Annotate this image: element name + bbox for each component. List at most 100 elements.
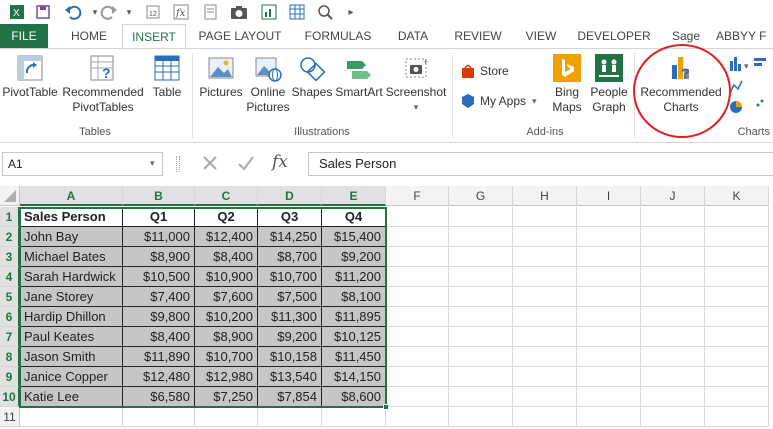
empty-cell[interactable]	[386, 307, 449, 327]
table-header-cell[interactable]: Q4	[322, 207, 386, 227]
quarter-value-cell[interactable]: $8,100	[322, 287, 386, 307]
quarter-value-cell[interactable]: $10,700	[258, 267, 322, 287]
excel-logo-icon[interactable]: X	[6, 2, 28, 22]
column-header-g[interactable]: G	[449, 186, 513, 206]
column-header-k[interactable]: K	[705, 186, 769, 206]
empty-cell[interactable]	[386, 267, 449, 287]
empty-cell[interactable]	[322, 407, 386, 427]
tab-data[interactable]: DATA	[386, 24, 440, 48]
quarter-value-cell[interactable]: $10,700	[195, 347, 258, 367]
people-graph-button[interactable]: People Graph	[588, 53, 630, 115]
cancel-icon[interactable]	[200, 153, 220, 176]
quarter-value-cell[interactable]: $7,600	[195, 287, 258, 307]
empty-cell[interactable]	[577, 207, 641, 227]
empty-cell[interactable]	[641, 247, 705, 267]
row-header-10[interactable]: 10	[0, 387, 20, 407]
qat-customize-icon[interactable]: ▸	[340, 2, 362, 22]
quarter-value-cell[interactable]: $8,400	[123, 327, 195, 347]
empty-cell[interactable]	[705, 207, 769, 227]
empty-cell[interactable]	[123, 407, 195, 427]
empty-cell[interactable]	[386, 387, 449, 407]
empty-cell[interactable]	[513, 367, 577, 387]
tab-home[interactable]: HOME	[58, 24, 120, 48]
empty-cell[interactable]	[641, 307, 705, 327]
empty-cell[interactable]	[386, 227, 449, 247]
empty-cell[interactable]	[386, 367, 449, 387]
empty-cell[interactable]	[386, 247, 449, 267]
empty-cell[interactable]	[513, 347, 577, 367]
quarter-value-cell[interactable]: $12,400	[195, 227, 258, 247]
select-all-corner[interactable]	[0, 186, 20, 206]
empty-cell[interactable]	[513, 307, 577, 327]
empty-cell[interactable]	[449, 267, 513, 287]
save-icon[interactable]	[32, 2, 54, 22]
screenshot-button[interactable]: + Screenshot ▾	[384, 53, 448, 115]
empty-cell[interactable]	[577, 367, 641, 387]
sales-person-cell[interactable]: Michael Bates	[20, 247, 123, 267]
quarter-value-cell[interactable]: $9,200	[322, 247, 386, 267]
row-header-6[interactable]: 6	[0, 307, 20, 327]
sales-person-cell[interactable]: Katie Lee	[20, 387, 123, 407]
empty-cell[interactable]	[386, 327, 449, 347]
pivottable-button[interactable]: PivotTable	[0, 53, 60, 100]
my-apps-dropdown-icon[interactable]: ▾	[532, 94, 537, 109]
table-grid-icon[interactable]	[286, 2, 308, 22]
empty-cell[interactable]	[577, 387, 641, 407]
quarter-value-cell[interactable]: $8,700	[258, 247, 322, 267]
formula-input[interactable]: Sales Person	[308, 152, 773, 176]
row-header-3[interactable]: 3	[0, 247, 20, 267]
empty-cell[interactable]	[705, 327, 769, 347]
empty-cell[interactable]	[641, 367, 705, 387]
font-size-icon[interactable]: 12	[142, 2, 164, 22]
sales-person-cell[interactable]: Paul Keates	[20, 327, 123, 347]
empty-cell[interactable]	[258, 407, 322, 427]
quarter-value-cell[interactable]: $14,150	[322, 367, 386, 387]
quarter-value-cell[interactable]: $10,500	[123, 267, 195, 287]
quarter-value-cell[interactable]: $11,890	[123, 347, 195, 367]
empty-cell[interactable]	[577, 227, 641, 247]
sales-person-cell[interactable]: Sarah Hardwick	[20, 267, 123, 287]
table-header-cell[interactable]: Q2	[195, 207, 258, 227]
empty-cell[interactable]	[195, 407, 258, 427]
worksheet-grid[interactable]: A B C D E F G H I J K 1 2 3 4 5 6 7 8 9 10 11 Sales Person Q1 Q2…	[0, 186, 773, 429]
table-header-cell[interactable]: Q1	[123, 207, 195, 227]
quarter-value-cell[interactable]: $15,400	[322, 227, 386, 247]
fill-handle[interactable]	[383, 404, 389, 410]
empty-cell[interactable]	[449, 307, 513, 327]
column-header-h[interactable]: H	[513, 186, 577, 206]
quarter-value-cell[interactable]: $12,980	[195, 367, 258, 387]
sales-person-cell[interactable]: Jason Smith	[20, 347, 123, 367]
online-pictures-button[interactable]: Online Pictures	[246, 53, 290, 115]
empty-cell[interactable]	[449, 347, 513, 367]
column-header-b[interactable]: B	[123, 186, 195, 206]
quarter-value-cell[interactable]: $8,900	[195, 327, 258, 347]
empty-cell[interactable]	[641, 227, 705, 247]
table-header-cell[interactable]: Q3	[258, 207, 322, 227]
quarter-value-cell[interactable]: $8,600	[322, 387, 386, 407]
empty-cell[interactable]	[641, 207, 705, 227]
tab-page-layout[interactable]: PAGE LAYOUT	[190, 24, 290, 48]
quarter-value-cell[interactable]: $10,900	[195, 267, 258, 287]
empty-cell[interactable]	[386, 207, 449, 227]
screenshot-dropdown-icon[interactable]: ▾	[384, 100, 448, 115]
empty-cell[interactable]	[705, 407, 769, 427]
empty-cell[interactable]	[20, 407, 123, 427]
redo-dropdown-icon[interactable]: ▾	[118, 2, 140, 22]
shapes-button[interactable]: Shapes	[290, 53, 334, 100]
quarter-value-cell[interactable]: $10,200	[195, 307, 258, 327]
empty-cell[interactable]	[449, 247, 513, 267]
empty-cell[interactable]	[449, 407, 513, 427]
quarter-value-cell[interactable]: $13,540	[258, 367, 322, 387]
row-header-4[interactable]: 4	[0, 267, 20, 287]
tab-file[interactable]: FILE	[0, 24, 48, 48]
quarter-value-cell[interactable]: $6,580	[123, 387, 195, 407]
empty-cell[interactable]	[513, 267, 577, 287]
empty-cell[interactable]	[513, 387, 577, 407]
sales-person-cell[interactable]: John Bay	[20, 227, 123, 247]
column-header-d[interactable]: D	[258, 186, 322, 206]
empty-cell[interactable]	[577, 407, 641, 427]
row-header-5[interactable]: 5	[0, 287, 20, 307]
tab-insert[interactable]: INSERT	[122, 24, 186, 49]
column-header-c[interactable]: C	[195, 186, 258, 206]
row-header-2[interactable]: 2	[0, 227, 20, 247]
